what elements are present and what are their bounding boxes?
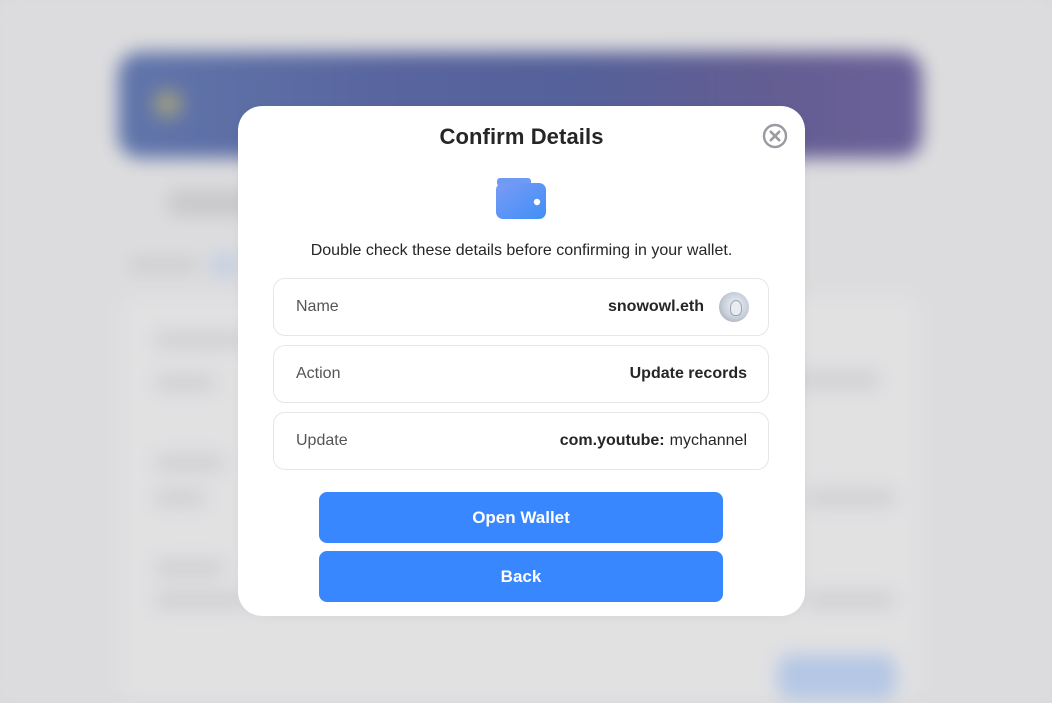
close-icon[interactable] — [762, 123, 788, 149]
name-value: snowowl.eth — [608, 298, 704, 315]
detail-row-update: Update com.youtube: mychannel — [273, 412, 769, 470]
avatar — [719, 292, 749, 322]
update-value: com.youtube: mychannel — [560, 432, 747, 450]
open-wallet-button[interactable]: Open Wallet — [319, 492, 723, 543]
confirm-details-dialog: Confirm Details Double check these detai… — [238, 106, 805, 616]
row-value: snowowl.eth — [608, 292, 749, 322]
detail-row-name: Name snowowl.eth — [273, 278, 769, 336]
detail-row-action: Action Update records — [273, 345, 769, 403]
action-value: Update records — [629, 365, 747, 382]
row-label: Action — [296, 365, 341, 382]
back-button[interactable]: Back — [319, 551, 723, 602]
row-label: Update — [296, 432, 348, 449]
dialog-title: Confirm Details — [439, 124, 604, 149]
record-value: mychannel — [669, 432, 747, 449]
row-label: Name — [296, 298, 339, 315]
dialog-subtitle: Double check these details before confir… — [310, 242, 733, 259]
record-key: com.youtube: — [559, 432, 665, 449]
wallet-icon — [495, 178, 547, 220]
